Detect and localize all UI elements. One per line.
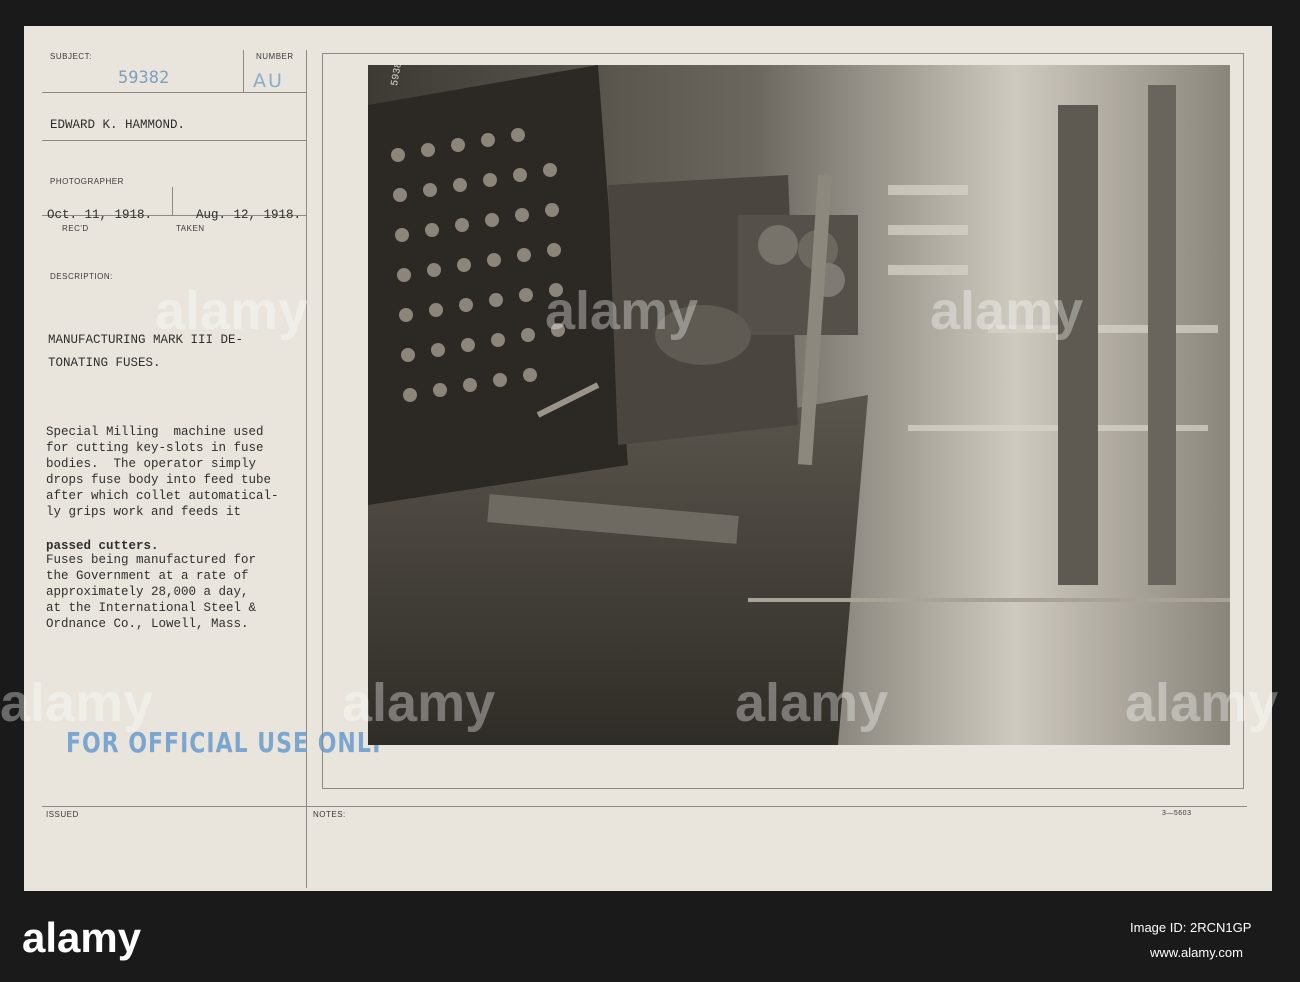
- date-vertical-divider: [172, 187, 173, 215]
- notes-label: NOTES:: [313, 810, 346, 819]
- form-code: 3—5603: [1162, 810, 1192, 817]
- left-column-divider: [306, 50, 307, 888]
- received-label: REC'D: [62, 224, 89, 233]
- watermark-logo: alamy: [155, 281, 309, 341]
- body-line: for cutting key-slots in fuse: [46, 441, 264, 455]
- watermark-logo: alamy: [735, 673, 889, 733]
- watermark-logo: alamy: [1125, 673, 1279, 733]
- alamy-url: www.alamy.com: [1150, 945, 1243, 960]
- number-code: AU: [253, 70, 284, 92]
- body-line: ly grips work and feeds it: [46, 505, 242, 519]
- body-line: approximately 28,000 a day,: [46, 585, 249, 599]
- body-line: at the International Steel &: [46, 601, 257, 615]
- watermark-logo: alamy: [930, 281, 1084, 341]
- received-date: Oct. 11, 1918.: [47, 208, 153, 222]
- issued-label: ISSUED: [46, 810, 79, 819]
- factory-photograph: 59382: [368, 65, 1230, 745]
- image-id-label: Image ID: 2RCN1GP: [1130, 920, 1252, 935]
- description-label: DESCRIPTION:: [50, 272, 113, 281]
- milling-machine-photo: [368, 65, 1230, 745]
- footer-bar: [0, 891, 1300, 982]
- body-line: drops fuse body into feed tube: [46, 473, 272, 487]
- subject-number: 59382: [118, 68, 170, 88]
- body-line: Ordnance Co., Lowell, Mass.: [46, 617, 249, 631]
- watermark-logo: alamy: [342, 673, 496, 733]
- taken-label: TAKEN: [176, 224, 205, 233]
- title-line: TONATING FUSES.: [48, 356, 161, 370]
- photographer-divider: [42, 140, 306, 141]
- watermark-logo: alamy: [0, 673, 154, 733]
- header-vertical-divider: [243, 50, 244, 92]
- subject-label: SUBJECT:: [50, 52, 92, 61]
- header-divider: [42, 92, 306, 93]
- body-line: after which collet automatical-: [46, 489, 279, 503]
- taken-date: Aug. 12, 1918.: [196, 208, 302, 222]
- body-line: the Government at a rate of: [46, 569, 249, 583]
- body-line: bodies. The operator simply: [46, 457, 257, 471]
- number-label: NUMBER: [256, 52, 294, 61]
- bottom-divider: [42, 806, 1247, 807]
- photographer-label: PHOTOGRAPHER: [50, 177, 124, 186]
- body-line: Special Milling machine used: [46, 425, 264, 439]
- watermark-logo: alamy: [545, 281, 699, 341]
- photographer-name: EDWARD K. HAMMOND.: [50, 118, 186, 132]
- body-line: Fuses being manufactured for: [46, 553, 257, 567]
- alamy-logo: alamy: [22, 914, 142, 961]
